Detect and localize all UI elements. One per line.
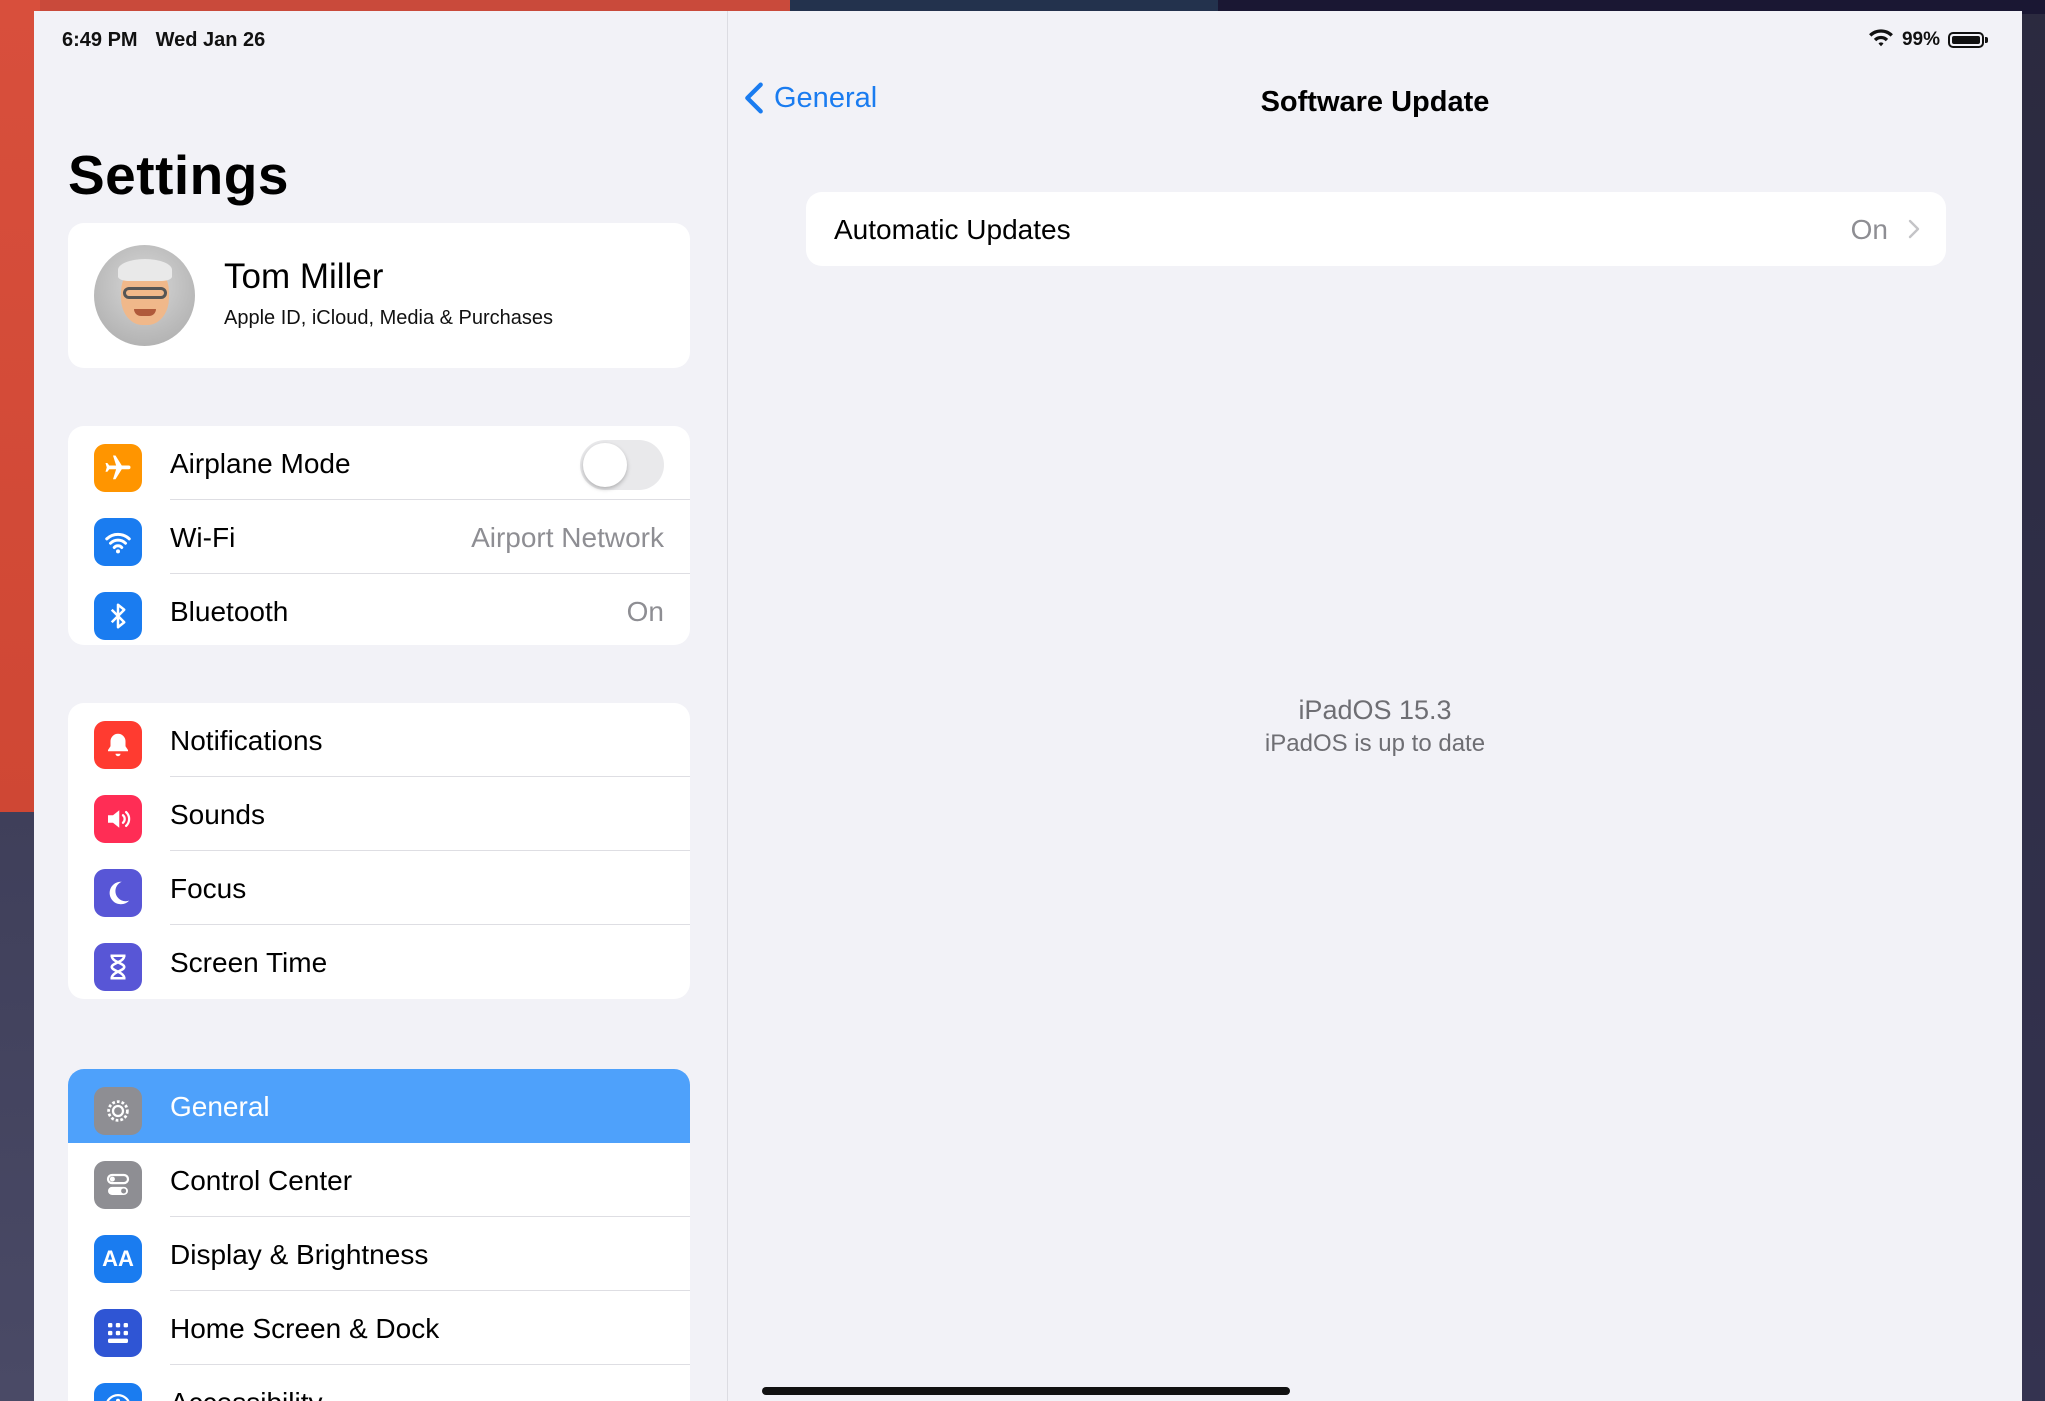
automatic-updates-label: Automatic Updates	[834, 214, 1071, 245]
app-grid-icon	[94, 1309, 142, 1357]
detail-pane: 99% General Software Update Automatic Up…	[728, 11, 2022, 1401]
sidebar-item-accessibility[interactable]: Accessibility	[68, 1365, 690, 1401]
wifi-icon	[94, 518, 142, 566]
sidebar-item-label: General	[170, 1091, 270, 1122]
gear-icon	[94, 1087, 142, 1135]
sidebar-item-display-brightness[interactable]: AA Display & Brightness	[68, 1217, 690, 1291]
accessibility-icon	[94, 1383, 142, 1401]
battery-percent: 99%	[1901, 29, 1940, 50]
general-group: General Control Center AA Display & Brig…	[68, 1069, 690, 1401]
sidebar-item-screen-time[interactable]: Screen Time	[68, 925, 690, 999]
notifications-group: Notifications Sounds Focus Screen Time	[68, 703, 690, 999]
sidebar-item-notifications[interactable]: Notifications	[68, 703, 690, 777]
bluetooth-value: On	[626, 596, 664, 627]
speaker-icon	[94, 795, 142, 843]
sidebar-item-label: Notifications	[170, 725, 323, 756]
settings-sidebar: 6:49 PM Wed Jan 26 Settings Tom Miller Ap…	[34, 11, 728, 1401]
sidebar-item-label: Home Screen & Dock	[170, 1313, 440, 1344]
avatar	[94, 245, 195, 346]
automatic-updates-value: On	[1850, 214, 1888, 245]
sidebar-item-label: Wi-Fi	[170, 522, 236, 553]
home-indicator[interactable]	[762, 1387, 1290, 1395]
battery-icon	[1948, 32, 1988, 48]
bell-icon	[94, 721, 142, 769]
sidebar-item-label: Focus	[170, 873, 247, 904]
sidebar-item-general[interactable]: General	[68, 1069, 690, 1143]
moon-icon	[94, 869, 142, 917]
sidebar-item-label: Bluetooth	[170, 596, 289, 627]
status-bar-left: 6:49 PM Wed Jan 26	[62, 29, 265, 52]
sidebar-item-airplane-mode[interactable]: Airplane Mode	[68, 426, 690, 500]
profile-subtitle: Apple ID, iCloud, Media & Purchases	[224, 307, 554, 329]
sidebar-item-focus[interactable]: Focus	[68, 851, 690, 925]
sidebar-item-home-screen-dock[interactable]: Home Screen & Dock	[68, 1291, 690, 1365]
text-size-icon: AA	[94, 1235, 142, 1283]
wifi-status-icon	[1868, 27, 1894, 53]
sidebar-item-label: Sounds	[170, 799, 265, 830]
ipad-screen: 6:49 PM Wed Jan 26 Settings Tom Miller Ap…	[34, 11, 2022, 1401]
apple-id-card[interactable]: Tom Miller Apple ID, iCloud, Media & Pur…	[68, 223, 690, 368]
sidebar-item-sounds[interactable]: Sounds	[68, 777, 690, 851]
status-time: 6:49 PM	[62, 29, 138, 51]
connectivity-group: Airplane Mode Wi-Fi Airport Network Blue…	[68, 426, 690, 645]
switches-icon	[94, 1161, 142, 1209]
status-date: Wed Jan 26	[155, 29, 266, 51]
status-bar-right: 99%	[1868, 27, 1988, 53]
airplane-mode-toggle[interactable]	[580, 440, 664, 490]
chevron-right-icon	[1908, 219, 1920, 239]
update-message: iPadOS is up to date	[1264, 730, 1486, 757]
update-status: iPadOS 15.3 iPadOS is up to date	[728, 695, 2022, 758]
profile-name: Tom Miller	[224, 257, 384, 296]
sidebar-item-label: Screen Time	[170, 947, 328, 978]
hourglass-icon	[94, 943, 142, 991]
detail-title: Software Update	[1260, 86, 1490, 118]
sidebar-item-control-center[interactable]: Control Center	[68, 1143, 690, 1217]
wifi-network-value: Airport Network	[471, 522, 664, 553]
airplane-icon	[94, 444, 142, 492]
sidebar-item-label: Control Center	[170, 1165, 353, 1196]
automatic-updates-row[interactable]: Automatic Updates On	[806, 192, 1946, 266]
sidebar-item-wifi[interactable]: Wi-Fi Airport Network	[68, 500, 690, 574]
sidebar-item-label: Airplane Mode	[170, 448, 351, 479]
os-version: iPadOS 15.3	[1298, 695, 1452, 725]
page-title: Settings	[68, 144, 289, 206]
sidebar-item-label: Accessibility	[170, 1387, 322, 1401]
sidebar-item-label: Display & Brightness	[170, 1239, 429, 1270]
sidebar-item-bluetooth[interactable]: Bluetooth On	[68, 574, 690, 645]
bluetooth-icon	[94, 592, 142, 640]
